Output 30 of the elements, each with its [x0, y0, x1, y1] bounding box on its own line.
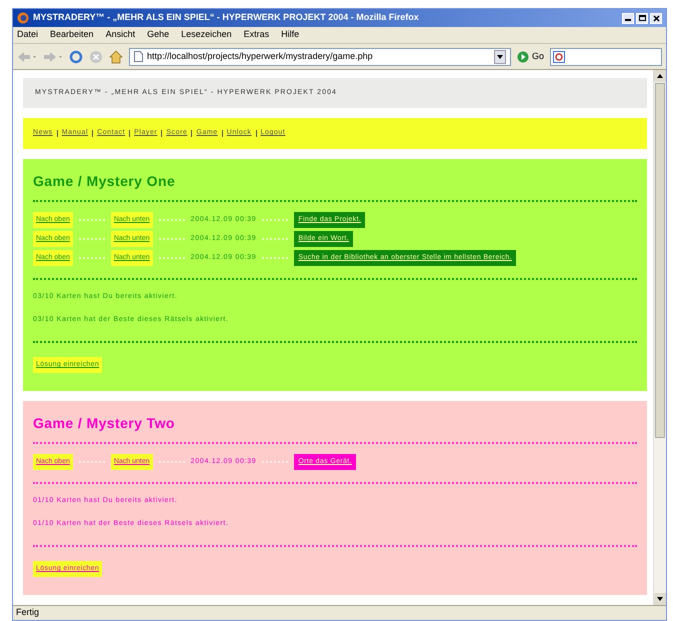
go-button[interactable]: Go: [517, 50, 544, 64]
search-engine-icon: [553, 50, 566, 62]
window-title: MYSTRADERY™ - „MEHR ALS EIN SPIEL“ - HYPERWERK PROJEKT 2004 - Mozilla Firefox: [33, 11, 420, 24]
address-field[interactable]: http://localhost/projects/hyperwerk/mystradery/game.php: [129, 48, 511, 66]
url-text: http://localhost/projects/hyperwerk/mystradery/game.php: [147, 50, 374, 63]
home-icon[interactable]: [109, 50, 123, 64]
search-field[interactable]: [550, 48, 662, 66]
menu-item[interactable]: Datei: [17, 28, 38, 42]
maximize-button[interactable]: [636, 12, 648, 24]
status-text: Fertig: [16, 606, 40, 620]
menu-item[interactable]: Gehe: [147, 28, 170, 42]
menu-item[interactable]: Bearbeiten: [50, 28, 94, 42]
scroll-down-icon[interactable]: [657, 597, 663, 601]
reload-icon[interactable]: [69, 50, 83, 64]
scroll-up-icon[interactable]: [657, 74, 663, 78]
panel-title: Game / Mystery Two: [33, 414, 176, 433]
menu-item[interactable]: Hilfe: [281, 28, 300, 42]
close-button[interactable]: [650, 12, 662, 24]
menu-item[interactable]: Extras: [244, 28, 270, 42]
dropdown-button[interactable]: [494, 50, 506, 64]
menu-item[interactable]: Lesezeichen: [181, 28, 232, 42]
scrollbar[interactable]: [653, 70, 666, 605]
panel-title: Game / Mystery One: [33, 172, 176, 191]
menu-item[interactable]: Ansicht: [106, 28, 136, 42]
page-icon: [134, 51, 143, 62]
close-icon: [652, 14, 660, 22]
browser-logo-icon: [17, 12, 29, 24]
minimize-button[interactable]: [622, 12, 634, 24]
caret-icon: [497, 54, 503, 58]
go-icon: [517, 50, 529, 62]
